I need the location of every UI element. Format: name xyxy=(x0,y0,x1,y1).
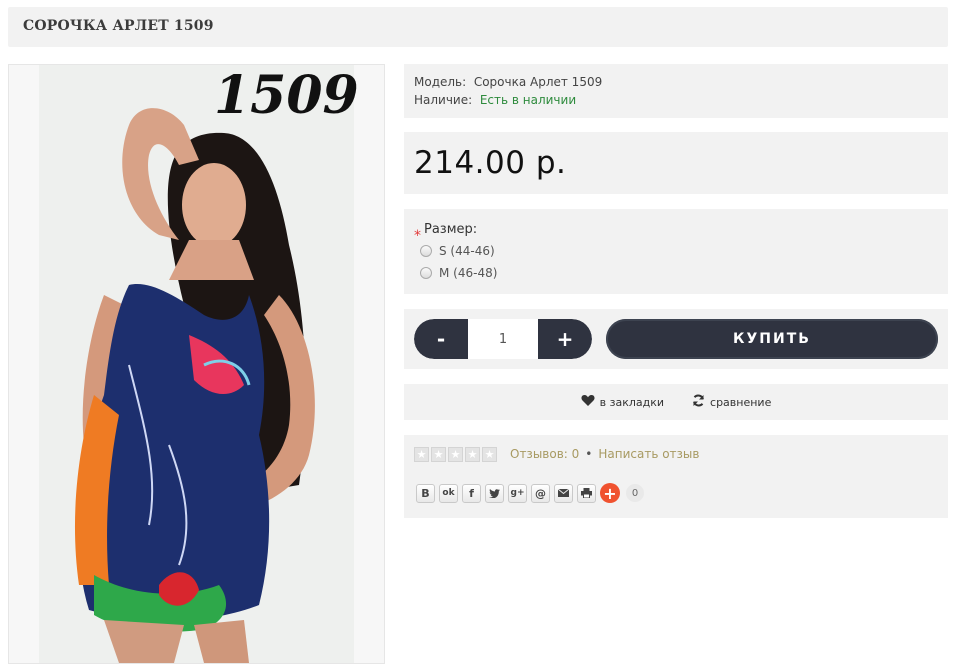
share-buttons: В ok f g+ @ + 0 xyxy=(416,483,644,503)
star-icon: ★ xyxy=(482,447,497,462)
price-panel: 214.00 р. xyxy=(404,132,948,194)
required-mark: * xyxy=(414,228,421,244)
model-row: Модель: Сорочка Арлет 1509 xyxy=(414,75,602,89)
star-icon: ★ xyxy=(448,447,463,462)
title-bar: СОРОЧКА АРЛЕТ 1509 xyxy=(8,7,948,47)
buy-panel: - + КУПИТЬ xyxy=(404,309,948,369)
refresh-icon xyxy=(692,394,705,410)
image-label: 1509 xyxy=(214,65,359,126)
buy-button[interactable]: КУПИТЬ xyxy=(606,319,938,359)
separator: • xyxy=(585,447,593,461)
actions-panel: в закладки сравнение xyxy=(404,384,948,420)
star-icon: ★ xyxy=(465,447,480,462)
review-links: Отзывов: 0 • Написать отзыв xyxy=(510,447,699,461)
facebook-icon[interactable]: f xyxy=(462,483,481,503)
size-option-label: S (44-46) xyxy=(439,244,495,258)
radio-button[interactable] xyxy=(420,245,432,257)
size-option-m[interactable]: M (46-48) xyxy=(420,266,497,280)
size-option-label: M (46-48) xyxy=(439,266,498,280)
page-title: СОРОЧКА АРЛЕТ 1509 xyxy=(23,18,214,34)
email-icon[interactable] xyxy=(554,483,573,503)
stock-row: Наличие: Есть в наличии xyxy=(414,93,576,107)
twitter-icon[interactable] xyxy=(485,483,504,503)
options-panel: * Размер: S (44-46) M (46-48) xyxy=(404,209,948,294)
price: 214.00 р. xyxy=(414,145,567,181)
model-panel: Модель: Сорочка Арлет 1509 Наличие: Есть… xyxy=(404,64,948,118)
model-value: Сорочка Арлет 1509 xyxy=(473,75,603,89)
share-count: 0 xyxy=(626,484,644,502)
stock-status: Есть в наличии xyxy=(479,93,577,107)
review-panel: ★ ★ ★ ★ ★ Отзывов: 0 • Написать отзыв В … xyxy=(404,435,948,518)
quantity-increase-button[interactable]: + xyxy=(538,319,592,359)
write-review-link[interactable]: Написать отзыв xyxy=(598,447,699,461)
radio-button[interactable] xyxy=(420,267,432,279)
heart-icon xyxy=(581,394,595,410)
quantity-stepper: - + xyxy=(414,319,592,359)
compare-label: сравнение xyxy=(710,395,772,409)
mailru-icon[interactable]: @ xyxy=(531,483,550,503)
print-icon[interactable] xyxy=(577,483,596,503)
compare-link[interactable]: сравнение xyxy=(692,394,771,410)
star-icon: ★ xyxy=(414,447,429,462)
quantity-input[interactable] xyxy=(468,319,538,359)
quantity-decrease-button[interactable]: - xyxy=(414,319,468,359)
share-more-button[interactable]: + xyxy=(600,483,620,503)
model-label: Модель: xyxy=(414,75,467,89)
star-icon: ★ xyxy=(431,447,446,462)
reviews-count-link[interactable]: Отзывов: 0 xyxy=(510,447,579,461)
stock-label: Наличие: xyxy=(414,93,473,107)
google-plus-icon[interactable]: g+ xyxy=(508,483,527,503)
vkontakte-icon[interactable]: В xyxy=(416,483,435,503)
size-option-s[interactable]: S (44-46) xyxy=(420,244,495,258)
product-photo: 1509 xyxy=(9,65,384,663)
wishlist-label: в закладки xyxy=(599,395,665,409)
size-label: Размер: xyxy=(424,222,478,237)
odnoklassniki-icon[interactable]: ok xyxy=(439,483,458,503)
product-image[interactable]: 1509 xyxy=(8,64,385,664)
wishlist-link[interactable]: в закладки xyxy=(581,394,664,410)
rating-stars: ★ ★ ★ ★ ★ xyxy=(414,447,497,462)
